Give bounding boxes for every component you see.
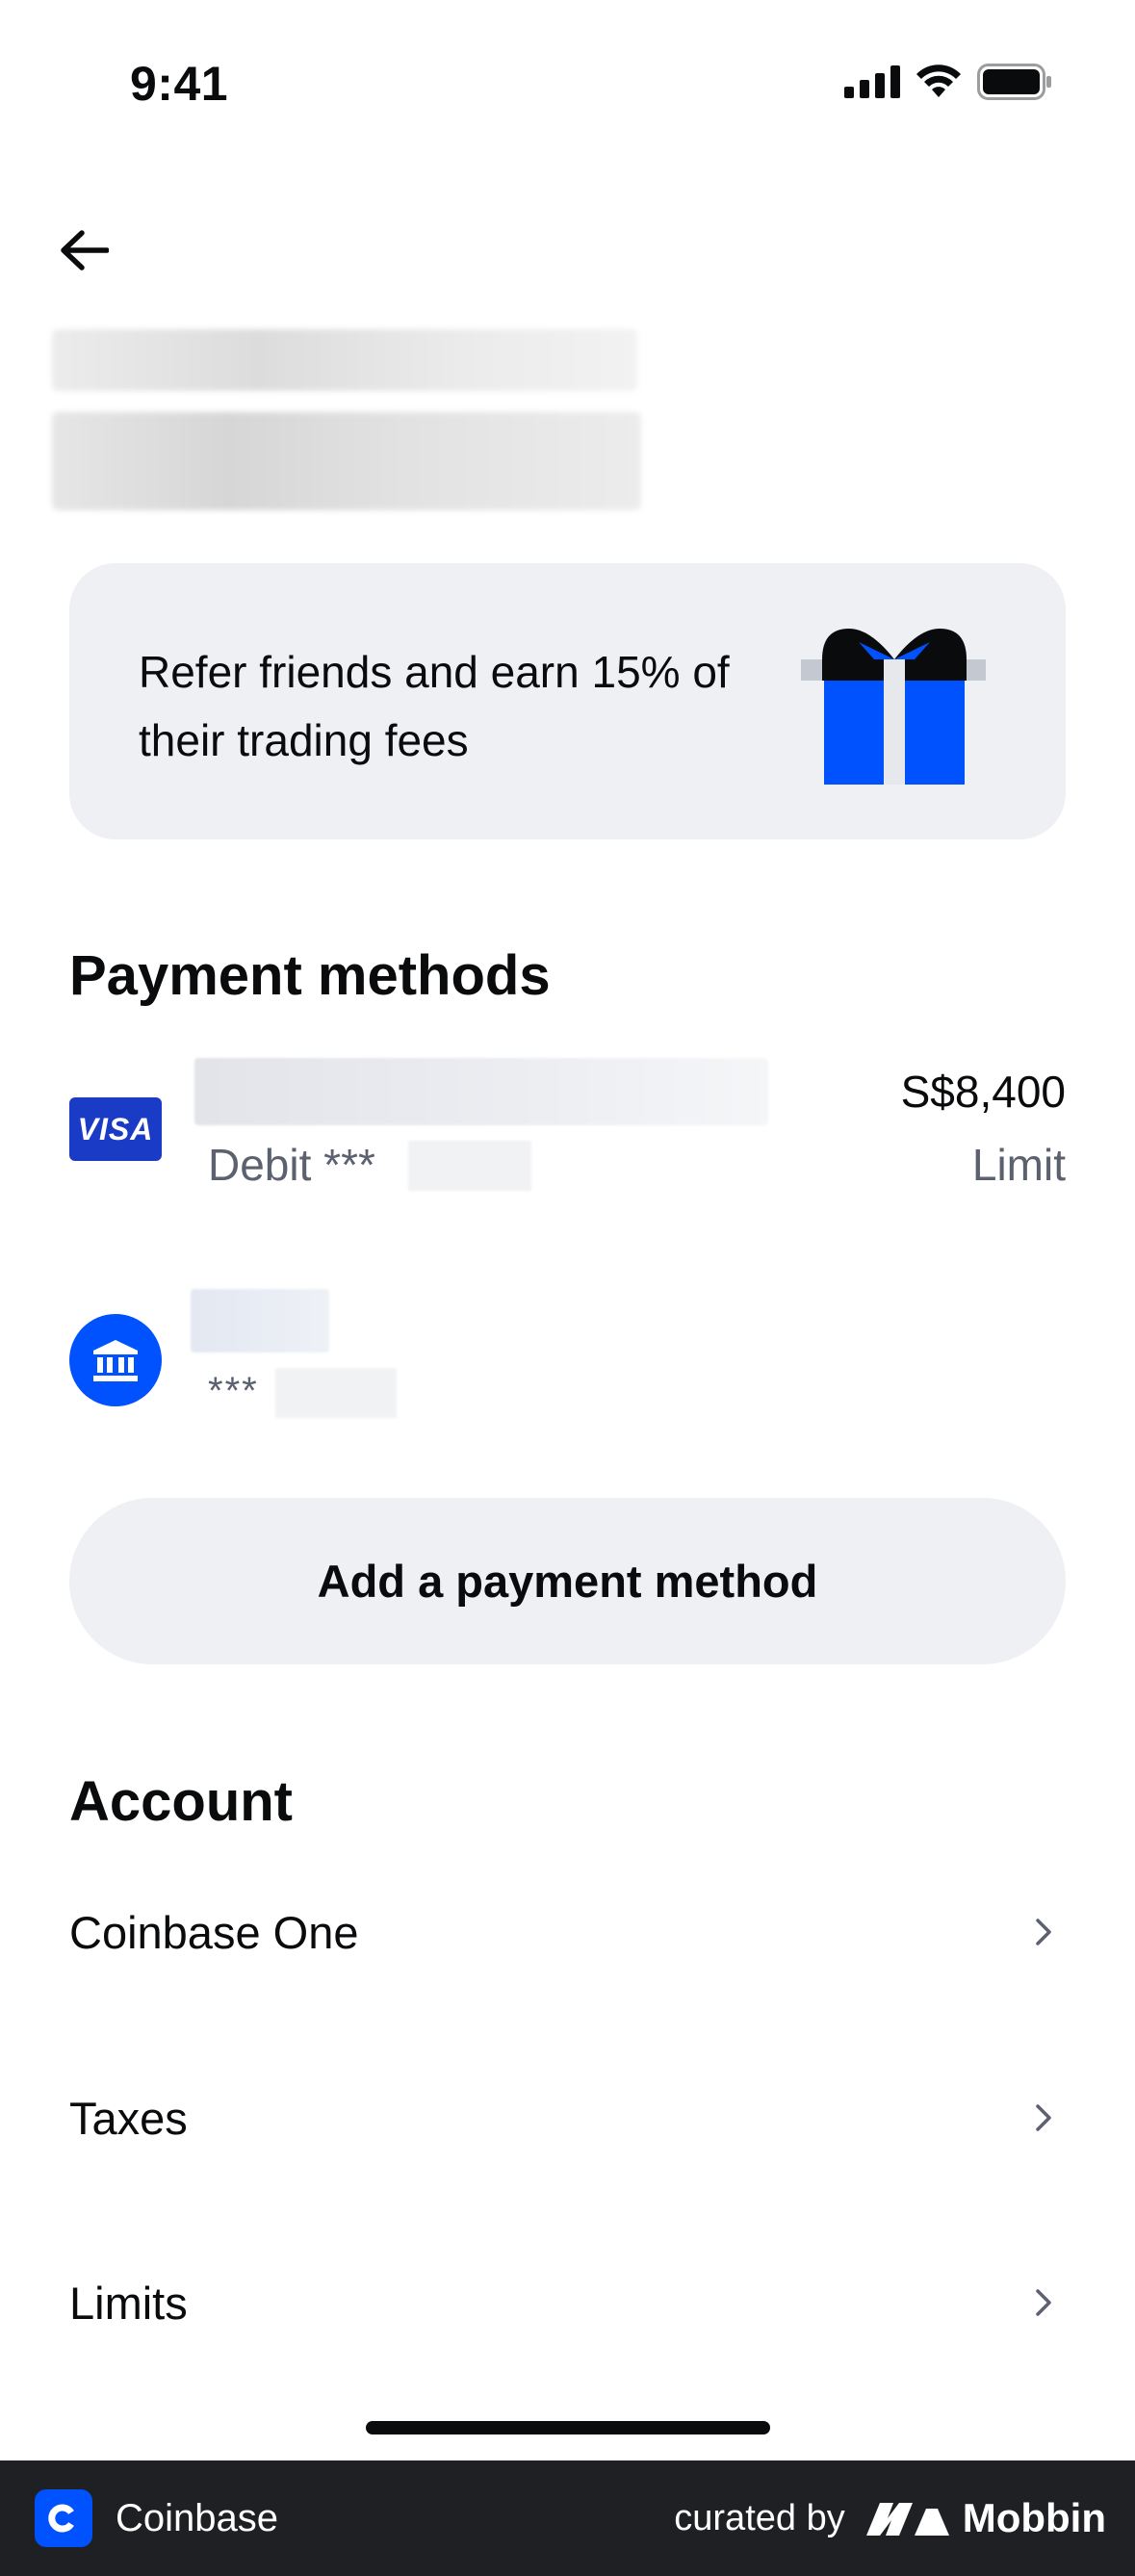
chevron-right-icon xyxy=(1029,2099,1058,2137)
footer-brand-name: Coinbase xyxy=(116,2496,279,2539)
account-item-label: Taxes xyxy=(69,2092,188,2144)
bank-name-redacted xyxy=(191,1289,329,1352)
card-number-redacted xyxy=(408,1141,531,1191)
account-item-label: Coinbase One xyxy=(69,1906,359,1958)
status-bar: 9:41 xyxy=(0,0,1135,168)
card-limit-label: Limit xyxy=(971,1140,1066,1190)
account-title: Account xyxy=(69,1770,293,1833)
mobbin-name: Mobbin xyxy=(962,2495,1106,2540)
add-payment-method-button[interactable]: Add a payment method xyxy=(69,1498,1066,1664)
referral-card[interactable]: Refer friends and earn 15% of their trad… xyxy=(69,563,1066,839)
footer-credit-group: curated by Mobbin xyxy=(674,2495,1106,2541)
chevron-right-icon xyxy=(1029,2283,1058,2322)
chevron-right-icon xyxy=(1029,1913,1058,1951)
profile-email-redacted xyxy=(52,412,641,510)
footer-curated-by: curated by xyxy=(674,2497,845,2538)
footer-brand-group: Coinbase xyxy=(35,2489,278,2547)
card-limit-amount: S$8,400 xyxy=(900,1067,1066,1117)
account-item-limits[interactable]: Limits xyxy=(69,2240,1066,2365)
payment-method-bank[interactable]: *** xyxy=(69,1285,1066,1420)
card-name-redacted xyxy=(194,1058,768,1125)
gift-icon xyxy=(801,629,986,785)
wifi-icon xyxy=(916,64,961,97)
bank-icon xyxy=(69,1314,162,1406)
signal-icon xyxy=(844,65,900,98)
visa-logo: VISA xyxy=(69,1097,162,1161)
arrow-left-icon xyxy=(61,230,109,270)
bank-subtitle: *** xyxy=(208,1370,259,1412)
mobbin-logo: Mobbin xyxy=(865,2495,1106,2541)
footer-bar: Coinbase curated by Mobbin xyxy=(0,2460,1135,2576)
coinbase-logo-icon xyxy=(35,2489,92,2547)
back-button[interactable] xyxy=(50,221,117,279)
payment-method-visa[interactable]: VISA Debit *** S$8,400 Limit xyxy=(69,1054,1066,1198)
account-item-coinbase-one[interactable]: Coinbase One xyxy=(69,1869,1066,1995)
account-item-label: Limits xyxy=(69,2277,188,2329)
home-indicator xyxy=(366,2421,770,2434)
payment-methods-title: Payment methods xyxy=(69,944,551,1007)
card-subtitle: Debit *** xyxy=(208,1140,375,1190)
profile-name-redacted xyxy=(52,329,637,391)
battery-icon xyxy=(977,64,1051,100)
mobbin-logo-icon xyxy=(865,2503,949,2536)
bank-number-redacted xyxy=(275,1368,397,1418)
account-item-taxes[interactable]: Taxes xyxy=(69,2055,1066,2180)
referral-text: Refer friends and earn 15% of their trad… xyxy=(139,647,730,765)
status-icons xyxy=(844,64,1052,100)
status-time: 9:41 xyxy=(130,57,229,111)
